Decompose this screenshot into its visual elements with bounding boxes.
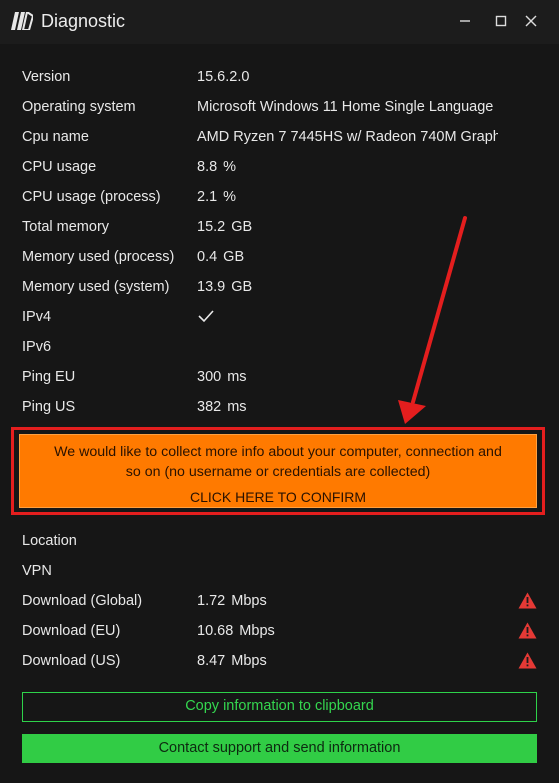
warning-icon[interactable] bbox=[518, 652, 537, 669]
info-unit: GB bbox=[231, 219, 253, 235]
info-row-cpu-usage: CPU usage 8.8% bbox=[22, 156, 542, 178]
info-unit: Mbps bbox=[231, 653, 267, 669]
info-label: Memory used (system) bbox=[22, 279, 170, 295]
info-value bbox=[197, 306, 215, 330]
info-value: 0.4 GB bbox=[197, 249, 245, 265]
info-value: 8.47 Mbps bbox=[197, 653, 267, 669]
info-value: Microsoft Windows 11 Home Single Languag… bbox=[197, 99, 494, 115]
info-label: Ping EU bbox=[22, 369, 76, 385]
info-row-download-eu: Download (EU) 10.68 Mbps bbox=[22, 620, 542, 642]
info-row-vpn: VPN bbox=[22, 560, 542, 582]
info-row-operating-system: Operating system Microsoft Windows 11 Ho… bbox=[22, 96, 542, 118]
info-row-version: Version 15.6.2.0 bbox=[22, 66, 542, 88]
consent-banner-button[interactable]: We would like to collect more info about… bbox=[19, 434, 537, 508]
info-label: CPU usage bbox=[22, 159, 97, 175]
info-label: Version bbox=[22, 69, 71, 85]
consent-message-line2: so on (no username or credentials are co… bbox=[125, 464, 431, 480]
checkmark-icon bbox=[198, 310, 214, 323]
info-label: Memory used (process) bbox=[22, 249, 175, 265]
info-label: Download (Global) bbox=[22, 593, 143, 609]
info-label: Location bbox=[22, 533, 77, 549]
info-value: 1.72 Mbps bbox=[197, 593, 267, 609]
app-logo-icon bbox=[11, 12, 33, 30]
maximize-icon bbox=[495, 15, 507, 27]
info-value: 8.8% bbox=[197, 159, 237, 175]
info-value: 2.1% bbox=[197, 189, 237, 205]
copy-to-clipboard-button[interactable]: Copy information to clipboard bbox=[22, 692, 537, 722]
info-row-memory-used-process: Memory used (process) 0.4 GB bbox=[22, 246, 542, 268]
info-unit: Mbps bbox=[231, 593, 267, 609]
info-label: CPU usage (process) bbox=[22, 189, 161, 205]
info-label: IPv4 bbox=[22, 309, 52, 325]
info-label: Download (US) bbox=[22, 653, 121, 669]
info-label: Download (EU) bbox=[22, 623, 121, 639]
info-value: 382 ms bbox=[197, 399, 247, 415]
contact-support-button[interactable]: Contact support and send information bbox=[22, 734, 537, 763]
info-row-total-memory: Total memory 15.2 GB bbox=[22, 216, 542, 238]
info-unit: % bbox=[223, 189, 237, 205]
info-row-ping-eu: Ping EU 300 ms bbox=[22, 366, 542, 388]
minimize-icon bbox=[460, 20, 470, 22]
info-value: 13.9 GB bbox=[197, 279, 253, 295]
info-label: IPv6 bbox=[22, 339, 52, 355]
info-row-memory-used-system: Memory used (system) 13.9 GB bbox=[22, 276, 542, 298]
info-row-location: Location bbox=[22, 530, 542, 552]
info-unit: ms bbox=[227, 369, 247, 385]
maximize-button[interactable] bbox=[487, 8, 515, 34]
warning-icon[interactable] bbox=[518, 592, 537, 609]
info-label: Operating system bbox=[22, 99, 136, 115]
info-row-download-us: Download (US) 8.47 Mbps bbox=[22, 650, 542, 672]
title-bar: Diagnostic bbox=[0, 0, 559, 44]
info-row-cpu-usage-process: CPU usage (process) 2.1% bbox=[22, 186, 542, 208]
info-value: AMD Ryzen 7 7445HS w/ Radeon 740M Graphi… bbox=[197, 129, 498, 145]
info-row-download-global: Download (Global) 1.72 Mbps bbox=[22, 590, 542, 612]
info-label: Ping US bbox=[22, 399, 76, 415]
info-unit: % bbox=[223, 159, 237, 175]
info-label: Cpu name bbox=[22, 129, 89, 145]
close-icon bbox=[525, 15, 537, 27]
consent-confirm-link[interactable]: CLICK HERE TO CONFIRM bbox=[20, 489, 536, 505]
warning-icon[interactable] bbox=[518, 622, 537, 639]
info-label: VPN bbox=[22, 563, 52, 579]
info-row-ipv6: IPv6 bbox=[22, 336, 542, 358]
info-value: 300 ms bbox=[197, 369, 247, 385]
info-value: 10.68 Mbps bbox=[197, 623, 275, 639]
close-button[interactable] bbox=[517, 8, 545, 34]
info-value: 15.6.2.0 bbox=[197, 69, 250, 85]
window-title: Diagnostic bbox=[41, 11, 126, 31]
info-unit: Mbps bbox=[239, 623, 275, 639]
info-unit: ms bbox=[227, 399, 247, 415]
info-unit: GB bbox=[231, 279, 253, 295]
minimize-button[interactable] bbox=[451, 8, 479, 34]
info-row-ping-us: Ping US 382 ms bbox=[22, 396, 542, 418]
info-row-ipv4: IPv4 bbox=[22, 306, 542, 328]
info-unit: GB bbox=[223, 249, 245, 265]
info-label: Total memory bbox=[22, 219, 110, 235]
consent-message-line1: We would like to collect more info about… bbox=[54, 444, 502, 460]
info-row-cpu-name: Cpu name AMD Ryzen 7 7445HS w/ Radeon 74… bbox=[22, 126, 542, 148]
info-value: 15.2 GB bbox=[197, 219, 253, 235]
